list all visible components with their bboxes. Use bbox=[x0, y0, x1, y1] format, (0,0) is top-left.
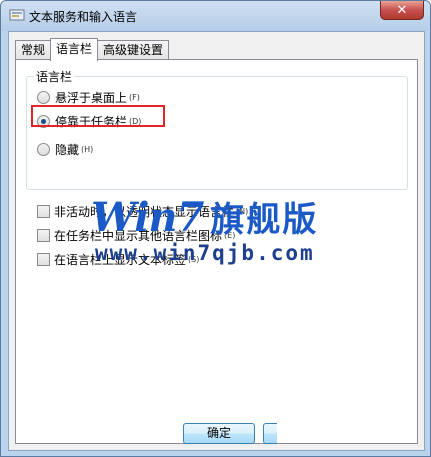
accelerator-key: (F) bbox=[129, 93, 140, 102]
watermark-win-text: Win bbox=[91, 194, 177, 241]
radio-button[interactable] bbox=[37, 143, 50, 156]
accelerator-key: (H) bbox=[81, 145, 94, 154]
checkbox[interactable] bbox=[37, 205, 50, 218]
radio-button[interactable] bbox=[37, 91, 50, 104]
groupbox-label: 语言栏 bbox=[34, 68, 75, 85]
tab-advanced-keys[interactable]: 高级键设置 bbox=[97, 40, 170, 60]
radio-label: 隐藏 bbox=[55, 143, 80, 157]
close-icon: ✕ bbox=[396, 2, 408, 18]
cancel-button-partial[interactable] bbox=[263, 423, 277, 444]
tab-general[interactable]: 常规 bbox=[15, 40, 52, 60]
watermark-7-text: 7 bbox=[176, 194, 205, 241]
watermark-cn-text: 旗舰版 bbox=[210, 200, 319, 240]
ok-button[interactable]: 确定 bbox=[183, 423, 255, 444]
checkbox[interactable] bbox=[37, 253, 50, 266]
radio-label: 悬浮于桌面上 bbox=[55, 91, 128, 105]
close-button[interactable]: ✕ bbox=[380, 1, 424, 20]
dialog-window: 文本服务和输入语言 ✕ 常规 语言栏 高级键设置 语言栏 悬浮于桌面上 (F) … bbox=[0, 0, 431, 457]
highlight-annotation bbox=[31, 105, 165, 127]
app-icon bbox=[9, 9, 25, 21]
tab-language-bar[interactable]: 语言栏 bbox=[50, 38, 99, 61]
watermark-url: www.win7qjb.com bbox=[95, 241, 315, 265]
radio-hidden[interactable]: 隐藏 (H) bbox=[37, 141, 93, 158]
watermark-logo: Win 7 旗舰版 bbox=[91, 194, 318, 241]
checkbox[interactable] bbox=[37, 229, 50, 242]
title-bar[interactable]: 文本服务和输入语言 ✕ bbox=[1, 1, 430, 31]
radio-float-desktop[interactable]: 悬浮于桌面上 (F) bbox=[37, 89, 140, 106]
window-title: 文本服务和输入语言 bbox=[29, 10, 138, 24]
tab-strip: 常规 语言栏 高级键设置 bbox=[15, 38, 170, 61]
language-bar-groupbox: 语言栏 悬浮于桌面上 (F) 停靠于任务栏 (D) 隐藏 (H) bbox=[26, 68, 408, 190]
